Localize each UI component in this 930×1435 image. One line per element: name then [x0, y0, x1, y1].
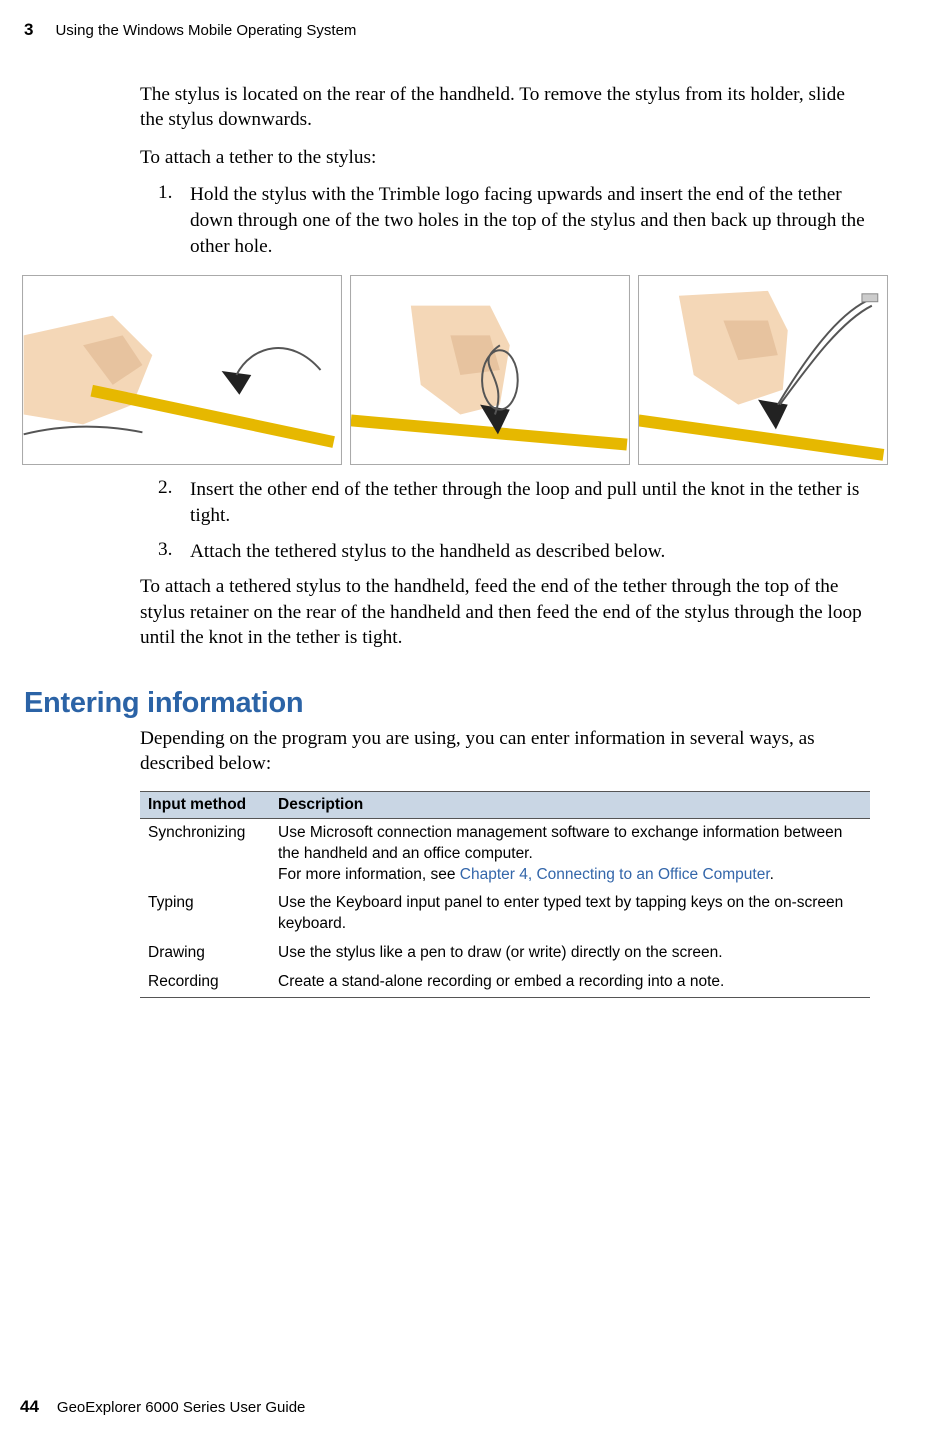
cell-desc-recording: Create a stand-alone recording or embed …: [270, 968, 870, 997]
desc-text-suffix: .: [770, 866, 774, 883]
list-item: 1. Hold the stylus with the Trimble logo…: [140, 182, 870, 259]
body-column-section: Depending on the program you are using, …: [140, 726, 870, 998]
input-methods-table: Input method Description Synchronizing U…: [140, 791, 870, 998]
table-header-description: Description: [270, 791, 870, 818]
list-text: Hold the stylus with the Trimble logo fa…: [190, 182, 870, 259]
cell-method-synchronizing: Synchronizing: [140, 818, 270, 889]
page-footer: 44 GeoExplorer 6000 Series User Guide: [20, 1397, 305, 1417]
cell-method-typing: Typing: [140, 889, 270, 939]
figure-tether-step-2: [350, 275, 630, 465]
input-methods-table-wrap: Input method Description Synchronizing U…: [140, 791, 870, 998]
running-header: 3 Using the Windows Mobile Operating Sys…: [20, 20, 875, 40]
list-number: 2.: [140, 477, 190, 528]
body-column-mid: 2. Insert the other end of the tether th…: [140, 477, 870, 650]
ordered-list-attach-tether-part2: 2. Insert the other end of the tether th…: [140, 477, 870, 564]
list-number: 3.: [140, 539, 190, 565]
list-number: 1.: [140, 182, 190, 259]
table-header-input-method: Input method: [140, 791, 270, 818]
figure-tether-step-3: [638, 275, 888, 465]
chapter-number: 3: [24, 20, 33, 40]
table-row: Recording Create a stand-alone recording…: [140, 968, 870, 997]
cell-desc-drawing: Use the stylus like a pen to draw (or wr…: [270, 939, 870, 968]
body-column-top: The stylus is located on the rear of the…: [140, 82, 870, 259]
table-row: Typing Use the Keyboard input panel to e…: [140, 889, 870, 939]
figure-tether-step-1: [22, 275, 342, 465]
list-text: Insert the other end of the tether throu…: [190, 477, 870, 528]
desc-text-prefix: For more information, see: [278, 866, 460, 883]
desc-text: Use Microsoft connection management soft…: [278, 824, 842, 862]
list-item: 3. Attach the tethered stylus to the han…: [140, 539, 870, 565]
page-number: 44: [20, 1397, 39, 1417]
cell-desc-synchronizing: Use Microsoft connection management soft…: [270, 818, 870, 889]
paragraph-stylus-location: The stylus is located on the rear of the…: [140, 82, 870, 133]
paragraph-entering-info-lead: Depending on the program you are using, …: [140, 726, 870, 777]
document-title: GeoExplorer 6000 Series User Guide: [57, 1399, 305, 1416]
list-item: 2. Insert the other end of the tether th…: [140, 477, 870, 528]
page: 3 Using the Windows Mobile Operating Sys…: [0, 0, 930, 1435]
stylus-illustration-icon: [639, 276, 887, 464]
image-row: [20, 275, 875, 465]
paragraph-attach-tether-intro: To attach a tether to the stylus:: [140, 145, 870, 170]
cell-desc-typing: Use the Keyboard input panel to enter ty…: [270, 889, 870, 939]
table-row: Drawing Use the stylus like a pen to dra…: [140, 939, 870, 968]
list-text: Attach the tethered stylus to the handhe…: [190, 539, 665, 565]
stylus-illustration-icon: [23, 276, 341, 464]
ordered-list-attach-tether-part1: 1. Hold the stylus with the Trimble logo…: [140, 182, 870, 259]
link-chapter-4[interactable]: Chapter 4, Connecting to an Office Compu…: [460, 866, 770, 883]
stylus-illustration-icon: [351, 276, 629, 464]
chapter-title: Using the Windows Mobile Operating Syste…: [55, 22, 356, 39]
paragraph-attach-to-handheld: To attach a tethered stylus to the handh…: [140, 574, 870, 650]
cell-method-recording: Recording: [140, 968, 270, 997]
section-heading-entering-information: Entering information: [24, 687, 875, 720]
table-row: Synchronizing Use Microsoft connection m…: [140, 818, 870, 889]
table-header-row: Input method Description: [140, 791, 870, 818]
cell-method-drawing: Drawing: [140, 939, 270, 968]
